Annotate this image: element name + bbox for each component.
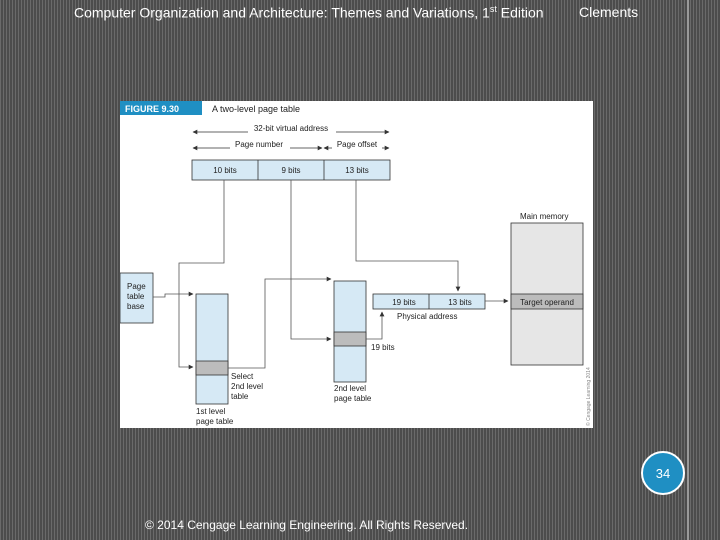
virtual-address-label: 32-bit virtual address xyxy=(254,124,328,133)
page-offset-label: Page offset xyxy=(337,140,378,149)
select-label-3: table xyxy=(231,392,249,401)
arrow-base-to-first-level xyxy=(153,291,194,298)
second-level-page-table xyxy=(333,280,367,383)
second-level-label-2: page table xyxy=(334,394,372,403)
slide-title: Computer Organization and Architecture: … xyxy=(74,4,544,21)
first-level-label-1: 1st level xyxy=(196,407,226,416)
copyright-footer: © 2014 Cengage Learning Engineering. All… xyxy=(145,518,469,532)
page-table-base-label-1: Page xyxy=(127,282,146,291)
arrow-select-second-level xyxy=(228,276,332,369)
page-table-base-label-2: table xyxy=(127,292,145,301)
arrow-9-bits-to-second-level xyxy=(290,180,332,342)
second-level-selected-entry xyxy=(333,331,367,347)
figure-watermark: © Cengage Learning 2014 xyxy=(585,367,592,426)
select-label-1: Select xyxy=(231,372,254,381)
figure-two-level-page-table: FIGURE 9.30 A two-level page table 32-bi… xyxy=(120,101,593,428)
slide-author: Clements xyxy=(579,4,639,20)
first-level-label-2: page table xyxy=(196,417,234,426)
field-9-bits: 9 bits xyxy=(281,166,300,175)
page-number-label: Page number xyxy=(235,140,283,149)
arrow-offset-to-physical xyxy=(355,180,461,292)
figure-caption: A two-level page table xyxy=(212,104,300,114)
vertical-divider xyxy=(687,0,689,540)
physical-address-label: Physical address xyxy=(397,312,457,321)
field-13-bits: 13 bits xyxy=(345,166,369,175)
nineteen-bits-label: 19 bits xyxy=(371,343,395,352)
main-memory-label: Main memory xyxy=(520,212,568,221)
physical-field-13-bits: 13 bits xyxy=(448,298,472,307)
select-label-2: 2nd level xyxy=(231,382,263,391)
page-table-diagram: FIGURE 9.30 A two-level page table 32-bi… xyxy=(120,101,592,426)
target-operand-label: Target operand xyxy=(520,298,574,307)
figure-label: FIGURE 9.30 xyxy=(125,104,179,114)
second-level-label-1: 2nd level xyxy=(334,384,366,393)
page-table-base-label-3: base xyxy=(127,302,145,311)
arrow-second-level-to-physical xyxy=(366,311,385,340)
first-level-page-table xyxy=(195,293,229,405)
field-10-bits: 10 bits xyxy=(213,166,237,175)
first-level-selected-entry xyxy=(195,360,229,376)
slide-number-badge: 34 xyxy=(641,451,685,495)
physical-field-19-bits: 19 bits xyxy=(392,298,416,307)
